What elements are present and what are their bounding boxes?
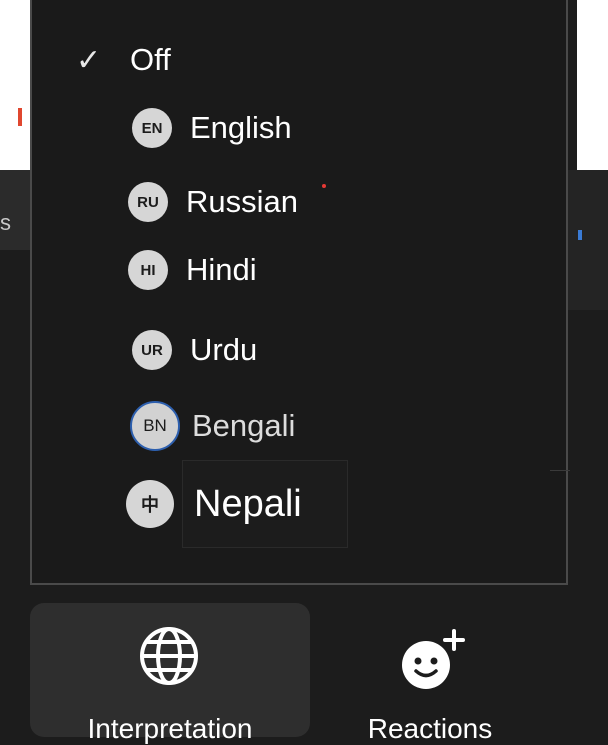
menu-item-label: Off: [130, 42, 171, 77]
notification-dot-icon: [322, 184, 326, 188]
interpretation-label: Interpretation: [87, 713, 253, 744]
add-reaction-icon: [402, 629, 465, 689]
language-badge-hi-icon: HI: [128, 250, 168, 290]
menu-item-label: Russian: [186, 184, 298, 219]
menu-item-hindi[interactable]: HI Hindi: [32, 240, 566, 300]
language-badge-ur-icon: UR: [132, 330, 172, 370]
background-panel-right: [568, 170, 608, 310]
language-badge-ru-icon: RU: [128, 182, 168, 222]
meeting-toolbar: Interpretation Reactions: [0, 587, 608, 744]
menu-item-nepali[interactable]: 中 Nepali: [32, 474, 566, 534]
menu-divider: [550, 470, 570, 471]
menu-item-english[interactable]: EN English: [32, 98, 566, 158]
language-badge-bn-icon: BN: [130, 401, 180, 451]
reactions-label: Reactions: [367, 713, 493, 744]
interpretation-language-menu: ✓ Off EN English RU Russian HI Hindi UR …: [30, 0, 570, 585]
globe-icon: [140, 627, 198, 685]
menu-item-label: Hindi: [186, 252, 257, 287]
language-badge-cjk-icon: 中: [126, 480, 174, 528]
menu-item-bengali[interactable]: BN Bengali: [32, 396, 566, 456]
menu-item-label: English: [190, 110, 292, 145]
menu-item-russian[interactable]: RU Russian: [32, 172, 566, 232]
menu-item-label: Urdu: [190, 332, 258, 367]
background-blue-mark: [578, 230, 582, 240]
background-window-edge: [0, 0, 30, 170]
checkmark-icon: ✓: [76, 43, 102, 77]
reactions-button[interactable]: Reactions: [330, 603, 530, 744]
interpretation-button[interactable]: Interpretation: [30, 603, 310, 744]
language-badge-en-icon: EN: [132, 108, 172, 148]
background-partial-text: s: [0, 210, 11, 235]
menu-item-off[interactable]: ✓ Off: [32, 30, 566, 90]
menu-item-label: Nepali: [194, 482, 302, 525]
background-window-edge-right: [577, 0, 608, 170]
menu-item-label: Bengali: [192, 408, 296, 443]
menu-item-urdu[interactable]: UR Urdu: [32, 320, 566, 380]
background-red-mark: [18, 108, 22, 126]
